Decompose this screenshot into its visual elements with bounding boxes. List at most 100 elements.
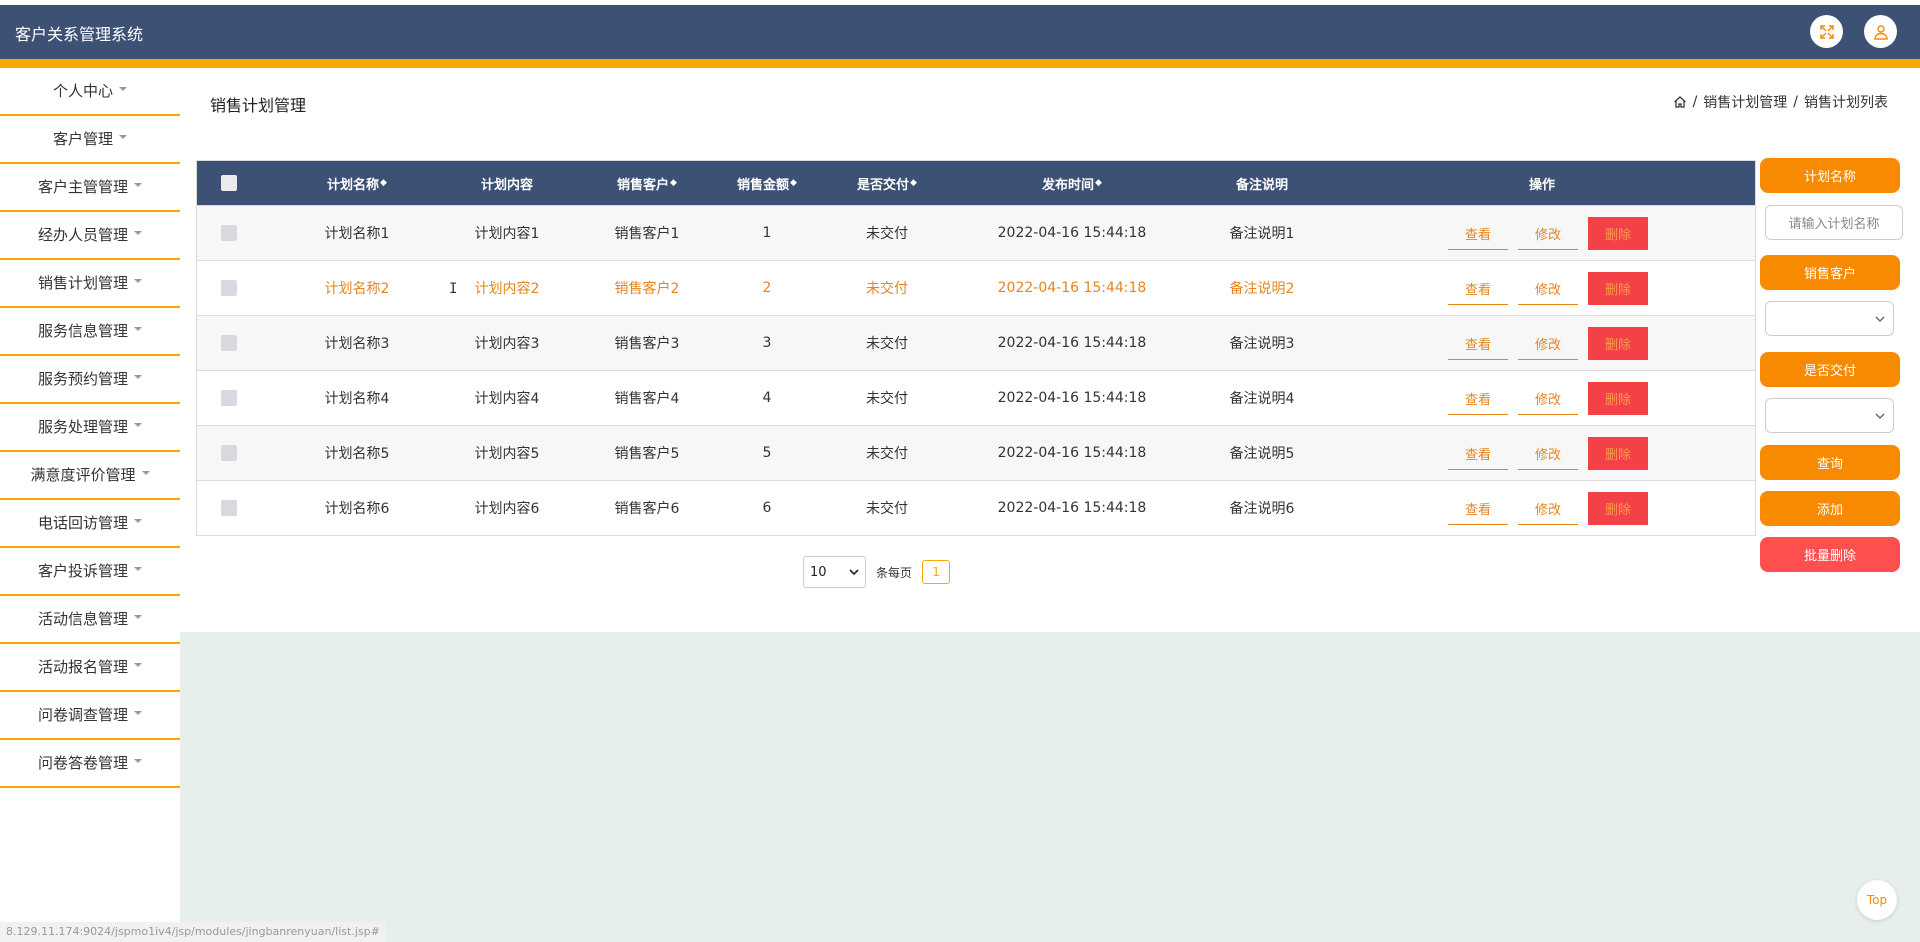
chevron-down-icon bbox=[849, 569, 859, 576]
page-button-current[interactable]: 1 bbox=[922, 560, 951, 584]
cell-amount: 3 bbox=[762, 335, 772, 351]
caret-down-icon bbox=[134, 566, 142, 571]
user-menu-button[interactable] bbox=[1864, 15, 1897, 48]
sidebar-item-sales-plan[interactable]: 销售计划管理 bbox=[0, 260, 180, 308]
edit-button[interactable]: 修改 bbox=[1518, 272, 1578, 305]
column-header-publish-time[interactable]: 发布时间 ◆ bbox=[962, 161, 1182, 205]
column-header-plan-name[interactable]: 计划名称 ◆ bbox=[287, 161, 427, 205]
sidebar-item-label: 服务处理管理 bbox=[37, 418, 128, 436]
sidebar-item-survey-answers[interactable]: 问卷答卷管理 bbox=[0, 740, 180, 788]
sidebar-item-label: 活动信息管理 bbox=[37, 610, 128, 628]
caret-down-icon bbox=[134, 758, 142, 763]
sidebar-item-label: 服务预约管理 bbox=[37, 370, 128, 388]
text-cursor-icon: I bbox=[449, 281, 458, 297]
cell-customer: 销售客户4 bbox=[614, 391, 680, 407]
view-button[interactable]: 查看 bbox=[1448, 217, 1508, 250]
app-title: 客户关系管理系统 bbox=[15, 25, 144, 44]
cell-publish-time: 2022-04-16 15:44:18 bbox=[997, 225, 1147, 241]
sidebar-item-phone-followup[interactable]: 电话回访管理 bbox=[0, 500, 180, 548]
cell-delivered: 未交付 bbox=[866, 226, 908, 242]
sidebar-item-survey[interactable]: 问卷调查管理 bbox=[0, 692, 180, 740]
view-button[interactable]: 查看 bbox=[1448, 492, 1508, 525]
row-checkbox[interactable] bbox=[220, 316, 238, 370]
batch-delete-button[interactable]: 批量删除 bbox=[1760, 537, 1900, 572]
delete-button[interactable]: 删除 bbox=[1588, 327, 1648, 360]
sidebar-item-activity-signup[interactable]: 活动报名管理 bbox=[0, 644, 180, 692]
caret-down-icon bbox=[134, 422, 142, 427]
caret-down-icon bbox=[134, 614, 142, 619]
sidebar-item-customer[interactable]: 客户管理 bbox=[0, 116, 180, 164]
sidebar-item-label: 满意度评价管理 bbox=[30, 466, 136, 484]
cell-plan-content: 计划内容2 bbox=[474, 281, 540, 297]
cell-remark: 备注说明5 bbox=[1229, 446, 1295, 462]
delivered-select[interactable] bbox=[1765, 398, 1894, 433]
column-header-delivered[interactable]: 是否交付 ◆ bbox=[817, 161, 957, 205]
sidebar-item-customer-supervisor[interactable]: 客户主管管理 bbox=[0, 164, 180, 212]
select-all-checkbox[interactable] bbox=[220, 161, 238, 205]
table-header-row: 计划名称 ◆ 计划内容 销售客户 ◆ 销售金额 ◆ 是否交付 ◆ 发布时间 ◆ 备注说明 … bbox=[197, 161, 1755, 205]
sidebar-item-complaints[interactable]: 客户投诉管理 bbox=[0, 548, 180, 596]
cell-delivered: 未交付 bbox=[866, 281, 908, 297]
sort-icon: ◆ bbox=[790, 178, 797, 188]
table-row: 计划名称2 计划内容2 销售客户2 2 未交付 2022-04-16 15:44… bbox=[197, 260, 1755, 315]
sidebar-item-label: 客户投诉管理 bbox=[37, 562, 128, 580]
row-checkbox[interactable] bbox=[220, 371, 238, 425]
sidebar-item-label: 活动报名管理 bbox=[37, 658, 128, 676]
edit-button[interactable]: 修改 bbox=[1518, 217, 1578, 250]
add-button[interactable]: 添加 bbox=[1760, 491, 1900, 526]
sidebar-item-service-info[interactable]: 服务信息管理 bbox=[0, 308, 180, 356]
sidebar-item-service-booking[interactable]: 服务预约管理 bbox=[0, 356, 180, 404]
cell-plan-content: 计划内容1 bbox=[474, 226, 540, 242]
caret-down-icon bbox=[134, 710, 142, 715]
page-size-select[interactable]: 10 bbox=[803, 556, 866, 588]
table-row: 计划名称4 计划内容4 销售客户4 4 未交付 2022-04-16 15:44… bbox=[197, 370, 1755, 425]
delete-button[interactable]: 删除 bbox=[1588, 492, 1648, 525]
edit-button[interactable]: 修改 bbox=[1518, 327, 1578, 360]
back-to-top-button[interactable]: Top bbox=[1857, 880, 1897, 920]
delete-button[interactable]: 删除 bbox=[1588, 437, 1648, 470]
edit-button[interactable]: 修改 bbox=[1518, 437, 1578, 470]
delete-button[interactable]: 删除 bbox=[1588, 217, 1648, 250]
sidebar-item-activity-info[interactable]: 活动信息管理 bbox=[0, 596, 180, 644]
edit-button[interactable]: 修改 bbox=[1518, 382, 1578, 415]
cell-plan-name: 计划名称4 bbox=[324, 391, 390, 407]
caret-down-icon bbox=[119, 134, 127, 139]
sidebar-item-satisfaction[interactable]: 满意度评价管理 bbox=[0, 452, 180, 500]
sort-icon: ◆ bbox=[910, 178, 917, 188]
plan-name-label: 计划名称 bbox=[1760, 158, 1900, 193]
row-checkbox[interactable] bbox=[220, 206, 238, 260]
sidebar-item-agent[interactable]: 经办人员管理 bbox=[0, 212, 180, 260]
cell-customer: 销售客户3 bbox=[614, 336, 680, 352]
view-button[interactable]: 查看 bbox=[1448, 382, 1508, 415]
view-button[interactable]: 查看 bbox=[1448, 327, 1508, 360]
caret-down-icon bbox=[134, 278, 142, 283]
plan-name-input[interactable]: 请输入计划名称 bbox=[1765, 205, 1903, 240]
row-checkbox[interactable] bbox=[220, 261, 238, 315]
sidebar-item-label: 问卷答卷管理 bbox=[37, 754, 128, 772]
cell-remark: 备注说明2 bbox=[1229, 281, 1295, 297]
column-header-amount[interactable]: 销售金额 ◆ bbox=[697, 161, 837, 205]
column-header-customer[interactable]: 销售客户 ◆ bbox=[577, 161, 717, 205]
row-checkbox[interactable] bbox=[220, 481, 238, 535]
edit-button[interactable]: 修改 bbox=[1518, 492, 1578, 525]
cell-publish-time: 2022-04-16 15:44:18 bbox=[997, 445, 1147, 461]
breadcrumb: / 销售计划管理 / 销售计划列表 bbox=[1673, 92, 1888, 112]
delete-button[interactable]: 删除 bbox=[1588, 272, 1648, 305]
view-button[interactable]: 查看 bbox=[1448, 437, 1508, 470]
table-row: 计划名称1 计划内容1 销售客户1 1 未交付 2022-04-16 15:44… bbox=[197, 205, 1755, 260]
view-button[interactable]: 查看 bbox=[1448, 272, 1508, 305]
status-bar-url: 8.129.11.174:9024/jspmo1iv4/jsp/modules/… bbox=[0, 922, 386, 942]
home-icon[interactable] bbox=[1673, 95, 1687, 109]
cell-customer: 销售客户5 bbox=[614, 446, 680, 462]
delete-button[interactable]: 删除 bbox=[1588, 382, 1648, 415]
breadcrumb-item[interactable]: 销售计划管理 bbox=[1703, 92, 1787, 112]
sidebar-item-service-handling[interactable]: 服务处理管理 bbox=[0, 404, 180, 452]
customer-select[interactable] bbox=[1765, 301, 1894, 336]
fullscreen-icon bbox=[1819, 24, 1834, 39]
row-checkbox[interactable] bbox=[220, 426, 238, 480]
sidebar-item-label: 电话回访管理 bbox=[37, 514, 128, 532]
fullscreen-button[interactable] bbox=[1810, 15, 1843, 48]
customer-label: 销售客户 bbox=[1760, 255, 1900, 290]
sidebar-item-personal-center[interactable]: 个人中心 bbox=[0, 68, 180, 116]
query-button[interactable]: 查询 bbox=[1760, 445, 1900, 480]
